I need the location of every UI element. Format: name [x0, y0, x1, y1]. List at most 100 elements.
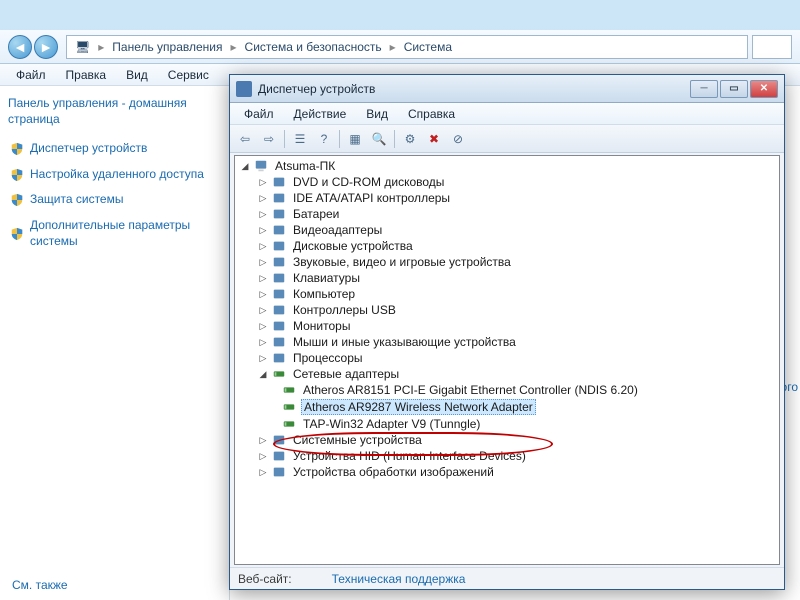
- see-also-label: См. также: [12, 578, 68, 592]
- back-button[interactable]: ◄: [8, 35, 32, 59]
- tree-category[interactable]: ▷Устройства HID (Human Interface Devices…: [237, 448, 777, 464]
- devmgr-title: Диспетчер устройств: [258, 82, 690, 96]
- update-driver-icon[interactable]: ⚙: [399, 128, 421, 150]
- tree-label: Дисковые устройства: [291, 239, 415, 253]
- shield-icon: [10, 193, 24, 207]
- menu-edit[interactable]: Правка: [56, 66, 117, 84]
- forward-button[interactable]: ►: [34, 35, 58, 59]
- scan-icon[interactable]: 🔍: [368, 128, 390, 150]
- tree-category[interactable]: ▷Контроллеры USB: [237, 302, 777, 318]
- breadcrumb-item[interactable]: Система: [404, 40, 452, 54]
- device-category-icon: [271, 255, 287, 269]
- expander-icon[interactable]: ▷: [257, 272, 269, 284]
- breadcrumb[interactable]: 🖥 ▸ Панель управления ▸ Система и безопа…: [66, 35, 748, 59]
- expander-icon[interactable]: ▷: [257, 304, 269, 316]
- network-icon: [271, 367, 287, 381]
- expander-icon[interactable]: ▷: [257, 192, 269, 204]
- device-category-icon: [271, 287, 287, 301]
- device-tree[interactable]: ◢ Atsuma-ПК ▷ DVD и CD-ROM дисководы▷IDE …: [234, 155, 780, 565]
- tree-label: Atheros AR8151 PCI-E Gigabit Ethernet Co…: [301, 383, 640, 397]
- expander-icon[interactable]: ▷: [257, 450, 269, 462]
- tree-device-ar8151[interactable]: Atheros AR8151 PCI-E Gigabit Ethernet Co…: [237, 382, 777, 398]
- sidebar-item-advanced[interactable]: Дополнительные параметры системы: [8, 214, 221, 253]
- computer-icon: [253, 159, 269, 173]
- expander-icon[interactable]: ▷: [257, 466, 269, 478]
- sidebar-label: Защита системы: [30, 192, 123, 208]
- expander-icon[interactable]: ▷: [257, 240, 269, 252]
- tree-category[interactable]: ▷Мониторы: [237, 318, 777, 334]
- devmgr-titlebar[interactable]: Диспетчер устройств ─ ▭ ✕: [230, 75, 784, 103]
- back-icon[interactable]: ⇦: [234, 128, 256, 150]
- menu-action[interactable]: Действие: [284, 105, 357, 123]
- close-button[interactable]: ✕: [750, 80, 778, 98]
- tree-category[interactable]: ▷ Системные устройства: [237, 432, 777, 448]
- properties-icon[interactable]: ▦: [344, 128, 366, 150]
- expander-icon[interactable]: ▷: [257, 176, 269, 188]
- tree-category[interactable]: ▷Батареи: [237, 206, 777, 222]
- tree-category[interactable]: ▷ Дисковые устройства: [237, 238, 777, 254]
- expander-icon[interactable]: ▷: [257, 224, 269, 236]
- network-adapter-icon: [281, 383, 297, 397]
- tree-category[interactable]: ▷Видеоадаптеры: [237, 222, 777, 238]
- help-icon[interactable]: ?: [313, 128, 335, 150]
- tree-device-ar9287[interactable]: Atheros AR9287 Wireless Network Adapter: [237, 398, 777, 416]
- menu-view[interactable]: Вид: [116, 66, 158, 84]
- sidebar-item-remote[interactable]: Настройка удаленного доступа: [8, 163, 221, 187]
- show-hide-icon[interactable]: ☰: [289, 128, 311, 150]
- breadcrumb-item[interactable]: Панель управления: [112, 40, 222, 54]
- tree-label-selected: Atheros AR9287 Wireless Network Adapter: [301, 399, 536, 415]
- expander-icon[interactable]: ▷: [257, 352, 269, 364]
- menu-file[interactable]: Файл: [6, 66, 56, 84]
- expander-icon[interactable]: ▷: [257, 208, 269, 220]
- menu-service[interactable]: Сервис: [158, 66, 219, 84]
- network-adapter-icon: [281, 400, 297, 414]
- device-category-icon: [271, 191, 287, 205]
- status-link[interactable]: Техническая поддержка: [332, 572, 466, 586]
- tree-label: Процессоры: [291, 351, 365, 365]
- tree-root[interactable]: ◢ Atsuma-ПК: [237, 158, 777, 174]
- disable-icon[interactable]: ⊘: [447, 128, 469, 150]
- tree-device-tap[interactable]: TAP-Win32 Adapter V9 (Tunngle): [237, 416, 777, 432]
- sidebar-title[interactable]: Панель управления - домашняя страница: [8, 96, 221, 127]
- expander-icon[interactable]: ▷: [257, 434, 269, 446]
- devmgr-toolbar: ⇦ ⇨ ☰ ? ▦ 🔍 ⚙ ✖ ⊘: [230, 125, 784, 153]
- sidebar-label: Дополнительные параметры системы: [30, 218, 219, 249]
- sidebar-label: Настройка удаленного доступа: [30, 167, 204, 183]
- tree-category-network[interactable]: ◢ Сетевые адаптеры: [237, 366, 777, 382]
- tree-category[interactable]: ▷Мыши и иные указывающие устройства: [237, 334, 777, 350]
- tree-label: Системные устройства: [291, 433, 424, 447]
- tree-category[interactable]: ▷ Звуковые, видео и игровые устройства: [237, 254, 777, 270]
- sidebar-item-protection[interactable]: Защита системы: [8, 188, 221, 212]
- menu-help[interactable]: Справка: [398, 105, 465, 123]
- menu-file[interactable]: Файл: [234, 105, 284, 123]
- forward-icon[interactable]: ⇨: [258, 128, 280, 150]
- device-category-icon: [271, 271, 287, 285]
- device-category-icon: [271, 239, 287, 253]
- uninstall-icon[interactable]: ✖: [423, 128, 445, 150]
- tree-category[interactable]: ▷ Процессоры: [237, 350, 777, 366]
- expander-icon[interactable]: ▷: [257, 288, 269, 300]
- tree-category[interactable]: ▷Клавиатуры: [237, 270, 777, 286]
- maximize-button[interactable]: ▭: [720, 80, 748, 98]
- breadcrumb-item[interactable]: Система и безопасность: [245, 40, 382, 54]
- tree-category[interactable]: ▷Устройства обработки изображений: [237, 464, 777, 480]
- expander-icon[interactable]: ◢: [257, 368, 269, 380]
- device-manager-window: Диспетчер устройств ─ ▭ ✕ Файл Действие …: [229, 74, 785, 590]
- expander-icon[interactable]: ▷: [257, 336, 269, 348]
- expander-icon[interactable]: ◢: [239, 160, 251, 172]
- device-category-icon: [271, 465, 287, 479]
- expander-icon[interactable]: ▷: [257, 256, 269, 268]
- tree-category[interactable]: ▷ DVD и CD-ROM дисководы: [237, 174, 777, 190]
- tree-category[interactable]: ▷Компьютер: [237, 286, 777, 302]
- minimize-button[interactable]: ─: [690, 80, 718, 98]
- status-bar: Веб-сайт: Техническая поддержка: [230, 567, 784, 589]
- tree-category[interactable]: ▷IDE ATA/ATAPI контроллеры: [237, 190, 777, 206]
- search-input[interactable]: [752, 35, 792, 59]
- tree-label: DVD и CD-ROM дисководы: [291, 175, 446, 189]
- menu-view[interactable]: Вид: [356, 105, 398, 123]
- tree-label: Звуковые, видео и игровые устройства: [291, 255, 513, 269]
- device-category-icon: [271, 433, 287, 447]
- expander-icon[interactable]: ▷: [257, 320, 269, 332]
- sidebar-item-device-manager[interactable]: Диспетчер устройств: [8, 137, 221, 161]
- tree-label: TAP-Win32 Adapter V9 (Tunngle): [301, 417, 482, 431]
